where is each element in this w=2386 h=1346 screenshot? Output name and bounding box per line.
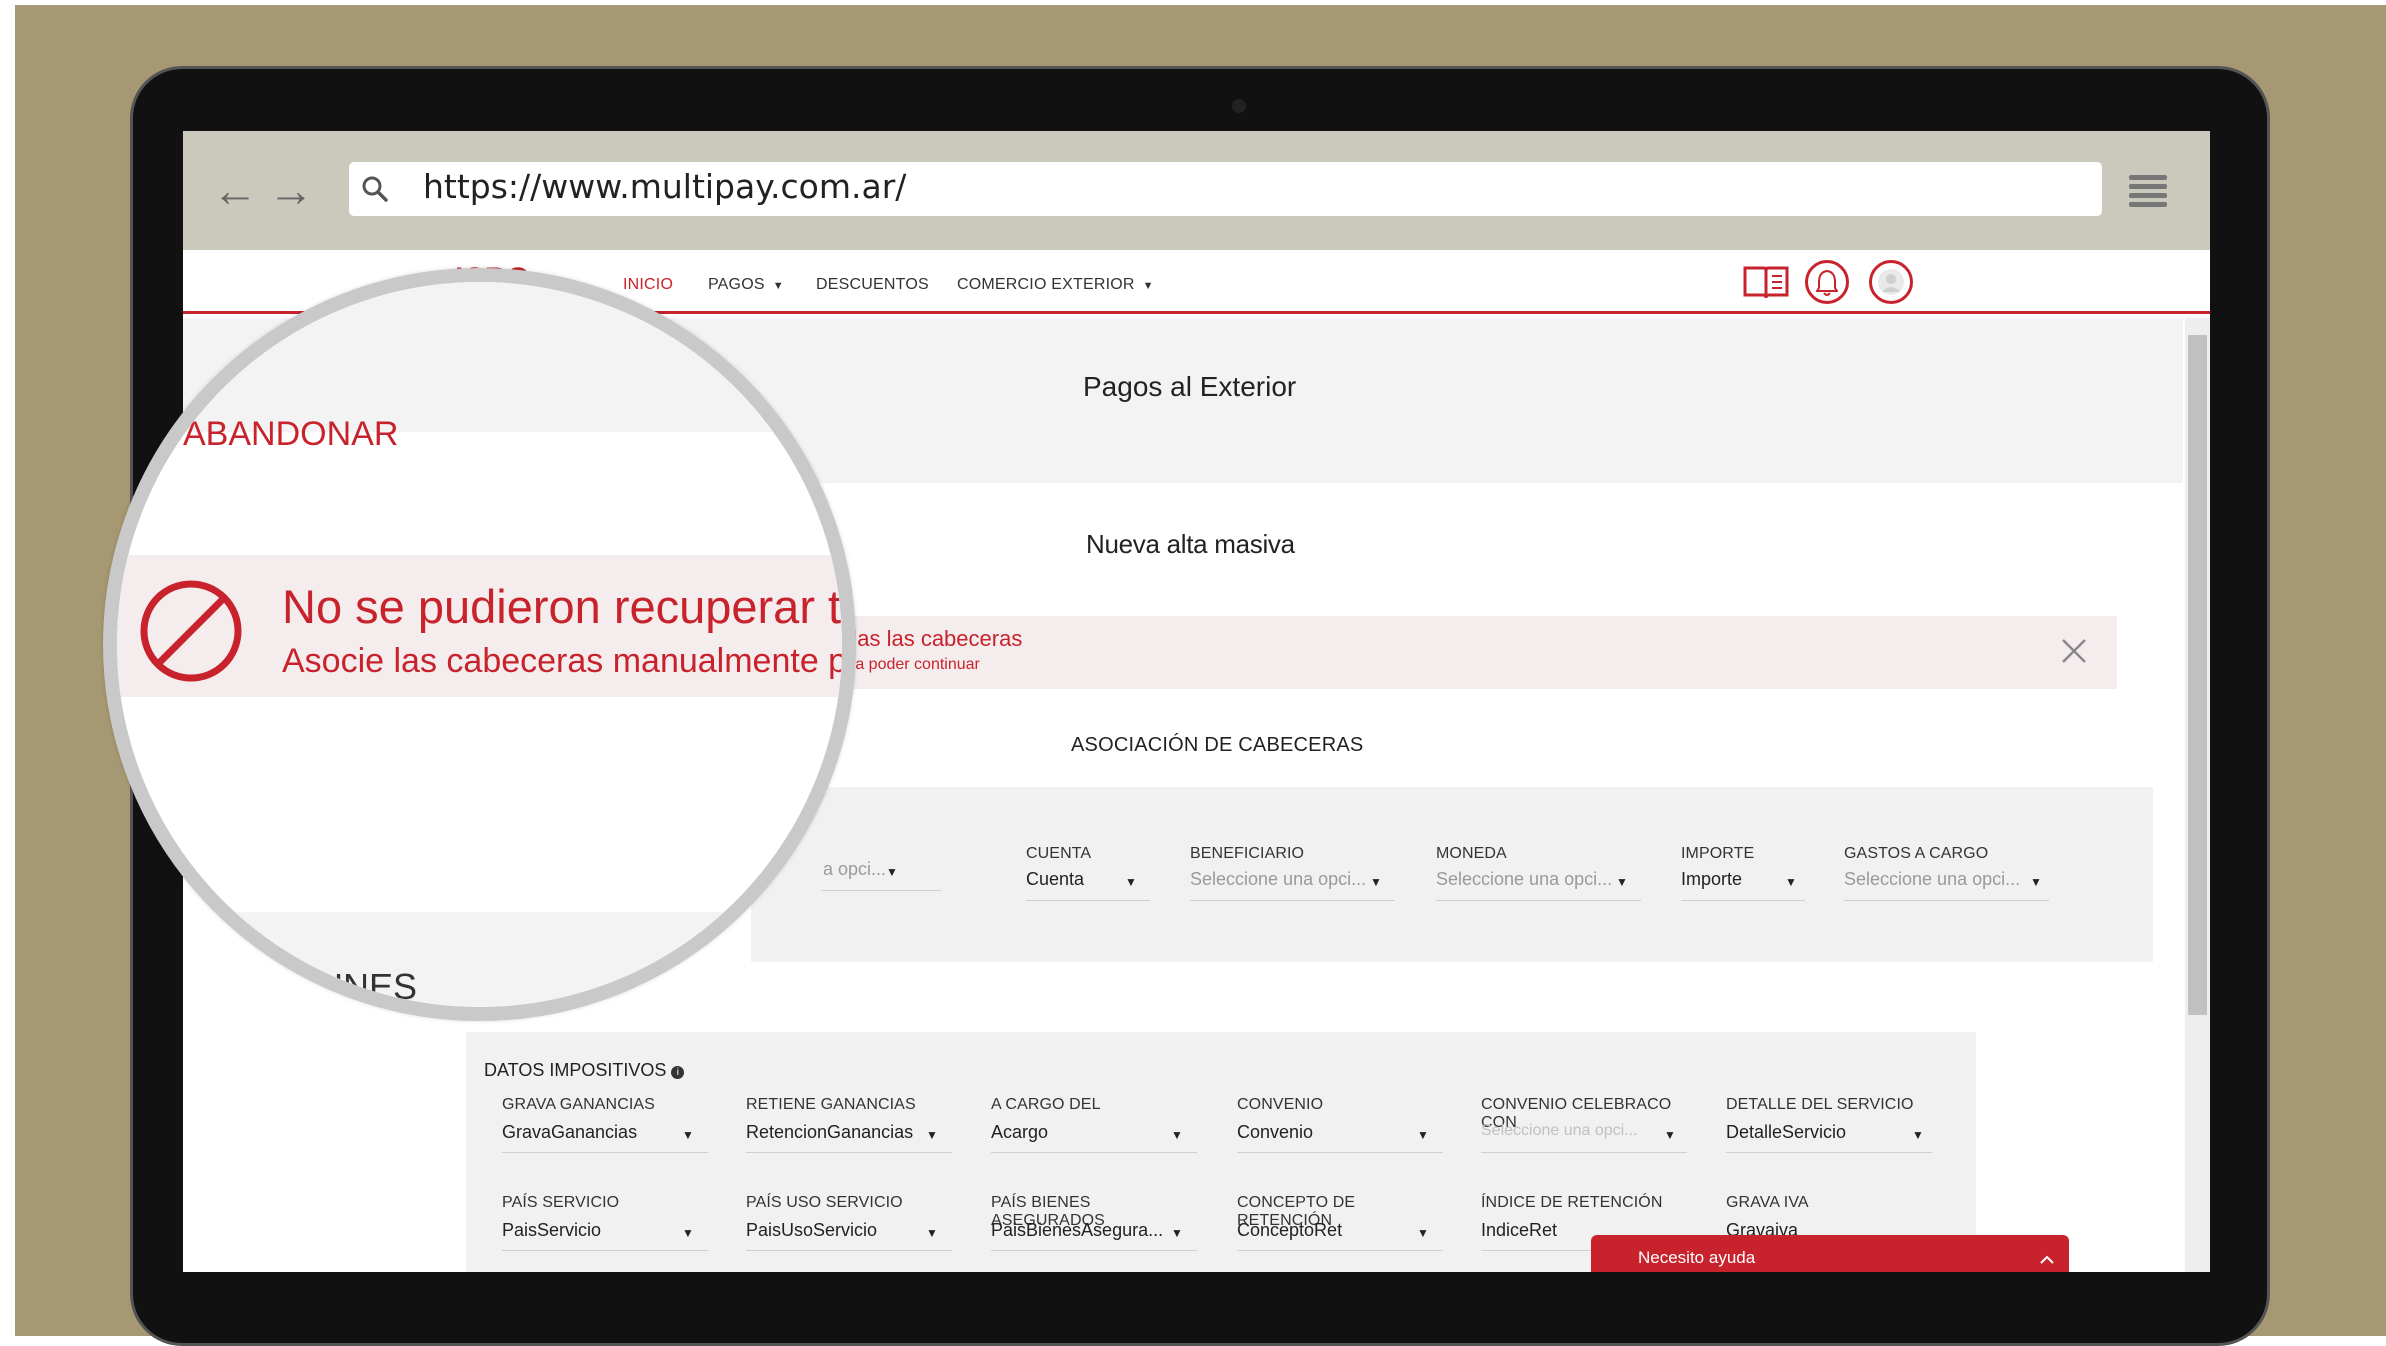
assoc-panel: a opci... ▼ CUENTA Cuenta ▼ BENEFICIARIO… xyxy=(751,787,2153,962)
tax-field-grava-ganancias[interactable]: GRAVA GANANCIAS GravaGanancias ▼ xyxy=(502,1086,712,1153)
abandon-link[interactable]: ABANDONAR xyxy=(183,415,398,454)
chevron-down-icon: ▼ xyxy=(1370,875,1382,889)
search-icon xyxy=(362,176,388,202)
tax-field-convenio[interactable]: CONVENIO Convenio ▼ xyxy=(1237,1086,1447,1153)
info-icon[interactable]: i xyxy=(671,1066,685,1079)
tax-field-pais-bienes-asegurados[interactable]: PAÍS BIENES ASEGURADOS PaisBienesAsegura… xyxy=(991,1184,1201,1251)
close-icon[interactable] xyxy=(2061,638,2087,664)
page-title: Pagos al Exterior xyxy=(1083,371,1297,402)
chevron-down-icon: ▼ xyxy=(1417,1128,1429,1142)
page-subtitle: Nueva alta masiva xyxy=(1086,529,1295,559)
magnified-alert-title: No se pudieron recuperar t xyxy=(282,580,842,633)
tax-field-retiene-ganancias[interactable]: RETIENE GANANCIAS RetencionGanancias ▼ xyxy=(746,1086,956,1153)
forward-button[interactable]: → xyxy=(268,167,314,213)
chevron-down-icon: ▼ xyxy=(1125,875,1137,889)
nav-comercio-exterior[interactable]: COMERCIO EXTERIOR ▼ xyxy=(957,276,1154,294)
tax-field-a-cargo-del[interactable]: A CARGO DEL Acargo ▼ xyxy=(991,1086,1201,1153)
tax-field-pais-servicio[interactable]: PAÍS SERVICIO PaisServicio ▼ xyxy=(502,1184,712,1251)
magnified-common-heading: MUNES xyxy=(287,966,418,1007)
chevron-down-icon: ▼ xyxy=(1142,280,1154,292)
error-alert: das las cabeceras ra poder continuar xyxy=(660,616,2117,689)
scrollbar-thumb[interactable] xyxy=(2188,335,2207,1015)
assoc-field-beneficiario[interactable]: BENEFICIARIO Seleccione una opci... ▼ xyxy=(1190,787,1410,962)
user-icon[interactable] xyxy=(1869,260,1913,304)
tax-field-detalle-servicio[interactable]: DETALLE DEL SERVICIO DetalleServicio ▼ xyxy=(1726,1086,1936,1153)
chevron-down-icon: ▼ xyxy=(1616,875,1628,889)
chevron-down-icon: ▼ xyxy=(1785,875,1797,889)
chevron-down-icon: ▼ xyxy=(926,1226,938,1240)
chevron-down-icon: ▼ xyxy=(926,1128,938,1142)
alert-message: ra poder continuar xyxy=(850,656,980,673)
chevron-down-icon: ▼ xyxy=(2030,875,2042,889)
bell-icon[interactable] xyxy=(1805,260,1849,304)
tax-field-concepto-retencion[interactable]: CONCEPTO DE RETENCIÓN ConceptoRet ▼ xyxy=(1237,1184,1447,1251)
help-button[interactable]: Necesito ayuda xyxy=(1591,1235,2069,1272)
alert-title: das las cabeceras xyxy=(845,626,1023,651)
assoc-field-importe[interactable]: IMPORTE Importe ▼ xyxy=(1681,787,1821,962)
chevron-down-icon: ▼ xyxy=(682,1128,694,1142)
assoc-field-cuenta[interactable]: CUENTA Cuenta ▼ xyxy=(1026,787,1166,962)
magnifier-overlay: ABANDONAR No se pudieron recuperar t Aso… xyxy=(103,268,856,1021)
chevron-down-icon: ▼ xyxy=(886,865,898,879)
prohibited-icon xyxy=(140,580,242,682)
browser-toolbar: ← → https://www.multipay.com.ar/ xyxy=(183,131,2210,250)
magnified-alert-message: Asocie las cabeceras manualmente p xyxy=(282,642,848,680)
chevron-down-icon: ▼ xyxy=(1912,1128,1924,1142)
tax-field-pais-uso-servicio[interactable]: PAÍS USO SERVICIO PaisUsoServicio ▼ xyxy=(746,1184,956,1251)
chevron-down-icon: ▼ xyxy=(682,1226,694,1240)
assoc-heading: ASOCIACIÓN DE CABECERAS xyxy=(1071,734,1364,756)
chevron-down-icon: ▼ xyxy=(1171,1226,1183,1240)
assoc-field-gastos[interactable]: GASTOS A CARGO Seleccione una opci... ▼ xyxy=(1844,787,2064,962)
chevron-up-icon xyxy=(2040,1255,2054,1264)
chevron-down-icon: ▼ xyxy=(1664,1128,1676,1142)
chevron-down-icon: ▼ xyxy=(1417,1226,1429,1240)
url-text: https://www.multipay.com.ar/ xyxy=(423,167,907,206)
book-icon[interactable] xyxy=(1742,262,1790,302)
assoc-field-moneda[interactable]: MONEDA Seleccione una opci... ▼ xyxy=(1436,787,1656,962)
help-label: Necesito ayuda xyxy=(1638,1248,1756,1267)
tax-field-convenio-celebrado-con[interactable]: CONVENIO CELEBRACO CON Seleccione una op… xyxy=(1481,1086,1696,1153)
chevron-down-icon: ▼ xyxy=(1171,1128,1183,1142)
webcam xyxy=(1232,99,1246,113)
back-button[interactable]: ← xyxy=(212,167,258,213)
tax-heading: DATOS IMPOSITIVOS i xyxy=(484,1060,685,1081)
